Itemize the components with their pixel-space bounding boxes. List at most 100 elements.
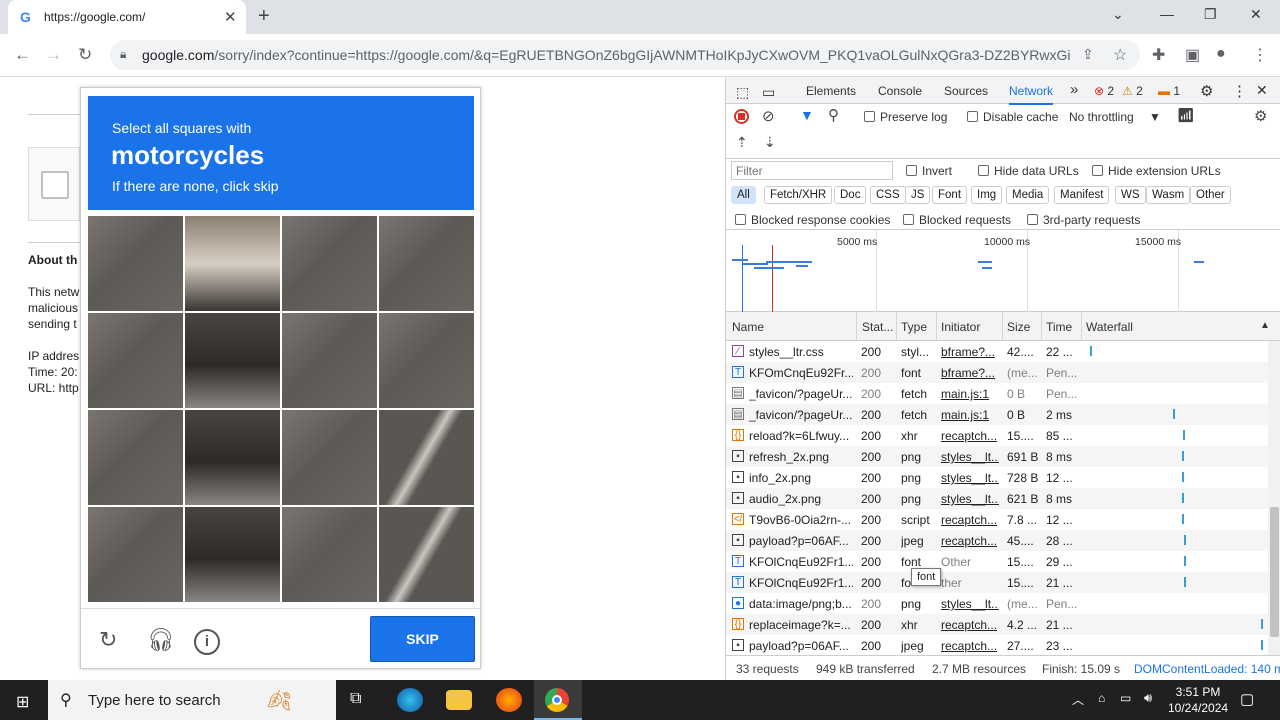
tab-search-icon[interactable]: ⌄ [1112,6,1124,23]
filter-chip-font[interactable]: Font [932,186,968,204]
third-party-checkbox[interactable]: 3rd-party requests [1027,213,1140,227]
menu-kebab-icon[interactable]: ⋮ [1252,45,1268,65]
request-row[interactable]: ▤ _favicon/?pageUr... 200 fetch main.js:1 0 B… [726,404,1268,425]
info-icon[interactable]: i [194,629,220,655]
captcha-tile[interactable] [88,507,183,602]
tab-sources[interactable]: Sources [944,84,988,98]
request-initiator[interactable]: styles__lt... [941,597,999,611]
inspect-element-icon[interactable]: ⬚ [736,84,749,101]
captcha-tile[interactable] [185,313,280,408]
captcha-tile[interactable] [282,313,377,408]
issues-badge[interactable]: ▬ 1 [1158,84,1180,98]
request-initiator[interactable]: bframe?... [941,366,999,380]
filter-chip-manifest[interactable]: Manifest [1054,186,1110,204]
request-row[interactable]: T KFOlCnqEu92Fr1... 200 font Other 15.... 29 .… [726,551,1268,572]
request-row[interactable]: ▪ info_2x.png 200 png styles__lt... 728 B 12 .… [726,467,1268,488]
firefox-icon[interactable] [496,688,522,712]
column-time[interactable]: Time [1046,320,1072,334]
network-tray-icon[interactable]: ⌂ [1098,691,1105,705]
table-scrollbar[interactable] [1268,341,1280,655]
extensions-icon[interactable]: ✚ [1152,45,1165,65]
filter-chip-wasm[interactable]: Wasm [1146,186,1191,204]
sort-asc-icon[interactable]: ▲ [1260,320,1270,331]
close-devtools-icon[interactable]: ✕ [1256,82,1268,99]
captcha-tile[interactable] [379,216,474,311]
blocked-requests-checkbox[interactable]: Blocked requests [903,213,1011,227]
minimize-icon[interactable]: — [1160,6,1174,22]
captcha-tile[interactable] [88,410,183,505]
export-har-icon[interactable]: ⇣ [764,134,776,151]
close-window-icon[interactable]: ✕ [1250,6,1262,23]
request-row[interactable]: ▪ audio_2x.png 200 png styles__lt... 621 B 8 m… [726,488,1268,509]
network-settings-icon[interactable]: ⚙ [1254,107,1267,125]
captcha-tile[interactable] [185,410,280,505]
clear-icon[interactable]: ⊘ [762,107,775,125]
request-initiator[interactable]: recaptch... [941,534,999,548]
throttling-select[interactable]: No throttling ▼ [1069,110,1161,124]
filter-chip-img[interactable]: Img [971,186,1003,204]
device-toolbar-icon[interactable]: ▭ [762,84,775,101]
hide-extension-urls-checkbox[interactable]: Hide extension URLs [1092,164,1221,178]
captcha-tile[interactable] [282,507,377,602]
filter-chip-js[interactable]: JS [905,186,931,204]
preserve-log-checkbox[interactable]: Preserve log [864,110,947,124]
warnings-badge[interactable]: ⚠ 2 [1122,84,1143,98]
request-initiator[interactable]: styles__lt... [941,492,999,506]
request-initiator[interactable]: bframe?... [941,345,999,359]
network-conditions-icon[interactable]: 📶︎ [1177,107,1195,124]
headphones-icon[interactable]: 🎧︎ [147,627,175,653]
notifications-icon[interactable]: ▢ [1240,690,1254,708]
filter-input[interactable] [731,161,893,180]
captcha-tile[interactable] [282,216,377,311]
request-initiator[interactable]: main.js:1 [941,408,999,422]
side-panel-icon[interactable]: ▣ [1185,45,1200,65]
request-row[interactable]: T KFOmCnqEu92Fr... 200 font bframe?... (me...… [726,362,1268,383]
taskbar-search[interactable]: ⚲ Type here to search 🍂︎ [48,680,336,720]
request-row[interactable]: </ T9ovB6-0Oia2rn-... 200 script recaptch...… [726,509,1268,530]
column-waterfall[interactable]: Waterfall [1086,320,1133,334]
network-overview[interactable]: 5000 ms 10000 ms 15000 ms [726,230,1280,312]
chrome-taskbar-button[interactable] [534,680,582,720]
request-row[interactable]: ⁄ styles__ltr.css 200 styl... bframe?... 42..… [726,341,1268,362]
filter-chip-css[interactable]: CSS [870,186,906,204]
reload-challenge-icon[interactable]: ↻ [99,627,117,653]
column-name[interactable]: Name [732,320,764,334]
request-initiator[interactable]: recaptch... [941,639,999,653]
more-tabs-icon[interactable]: » [1070,81,1078,98]
new-tab-icon[interactable]: + [258,5,270,28]
skip-button[interactable]: SKIP [370,616,475,662]
captcha-tile[interactable] [379,410,474,505]
filter-chip-doc[interactable]: Doc [834,186,867,204]
scrollbar-thumb[interactable] [1270,507,1279,637]
request-row[interactable]: ▪ payload?p=06AF... 200 jpeg recaptch... 27..… [726,635,1268,655]
request-initiator[interactable]: recaptch... [941,513,999,527]
filter-funnel-icon[interactable]: ▼ [800,107,814,123]
invert-checkbox[interactable]: Invert [906,164,952,178]
show-hidden-icons[interactable]: ︿ [1072,691,1084,708]
share-icon[interactable]: ⇪ [1082,46,1094,63]
forward-icon[interactable]: → [45,45,62,65]
address-bar[interactable]: 🔒︎ google.com/sorry/index?continue=https… [110,40,1140,70]
file-explorer-icon[interactable] [446,690,472,710]
request-initiator[interactable]: styles__lt... [941,450,999,464]
import-har-icon[interactable]: ⇡ [736,134,748,151]
browser-tab[interactable]: G https://google.com/ ✕ [8,0,246,34]
volume-icon[interactable]: 🔊︎ [1144,690,1152,706]
back-icon[interactable]: ← [14,45,31,65]
filter-chip-ws[interactable]: WS [1115,186,1146,204]
request-row[interactable]: ▪ payload?p=06AF... 200 jpeg recaptch... 45..… [726,530,1268,551]
tab-console[interactable]: Console [878,84,922,98]
hide-data-urls-checkbox[interactable]: Hide data URLs [978,164,1079,178]
request-initiator[interactable]: main.js:1 [941,387,999,401]
url-text[interactable]: google.com/sorry/index?continue=https://… [142,47,1070,63]
devtools-menu-icon[interactable]: ⋮ [1232,82,1247,100]
settings-gear-icon[interactable]: ⚙ [1200,82,1213,100]
tab-network[interactable]: Network [1009,84,1054,105]
edge-icon[interactable] [397,688,423,712]
column-size[interactable]: Size [1007,320,1030,334]
profile-avatar-icon[interactable]: ● [1216,45,1226,63]
column-type[interactable]: Type [901,320,927,334]
record-icon[interactable] [734,109,749,124]
captcha-tile[interactable] [185,216,280,311]
tab-elements[interactable]: Elements [806,84,856,98]
